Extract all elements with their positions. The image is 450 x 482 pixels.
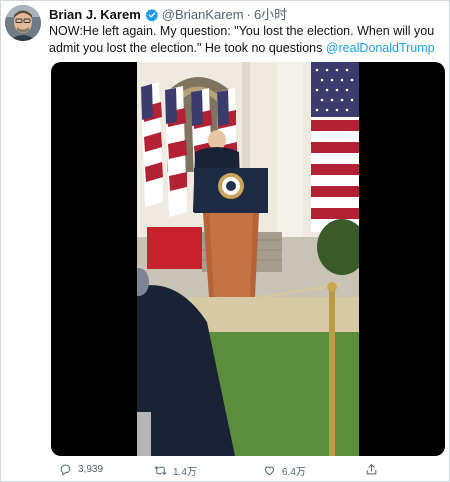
share-icon [366, 464, 377, 475]
user-handle[interactable]: @BrianKarem [162, 7, 244, 23]
reply-icon [60, 464, 71, 476]
share-button[interactable] [365, 463, 384, 476]
like-count: 6.4万 [282, 467, 306, 478]
display-name[interactable]: Brian J. Karem [49, 7, 141, 23]
retweet-icon [154, 466, 167, 475]
tweet-actions: 3,939 1.4万 6.4万 [51, 463, 445, 479]
like-button[interactable]: 6.4万 [263, 463, 306, 478]
heart-icon [264, 466, 275, 476]
verified-badge-icon [145, 8, 158, 22]
profile-photo [5, 5, 41, 41]
video-frame-image [137, 62, 359, 456]
header-separator: · [246, 7, 251, 22]
retweet-count: 1.4万 [173, 467, 197, 478]
avatar[interactable] [5, 5, 41, 41]
timestamp[interactable]: 6小时 [254, 7, 287, 23]
retweet-button[interactable]: 1.4万 [154, 463, 197, 478]
reply-count: 3,939 [78, 464, 104, 475]
tweet-card[interactable]: Brian J. Karem @BrianKarem · 6小时 NOW:He … [0, 0, 450, 482]
reply-button[interactable]: 3,939 [59, 463, 103, 476]
tweet-header: Brian J. Karem @BrianKarem · 6小时 [49, 7, 287, 23]
tweet-text: NOW:He left again. My question: "You los… [49, 23, 441, 57]
mention-link[interactable]: @realDonaldTrump [326, 41, 435, 55]
media-video[interactable] [51, 62, 445, 456]
